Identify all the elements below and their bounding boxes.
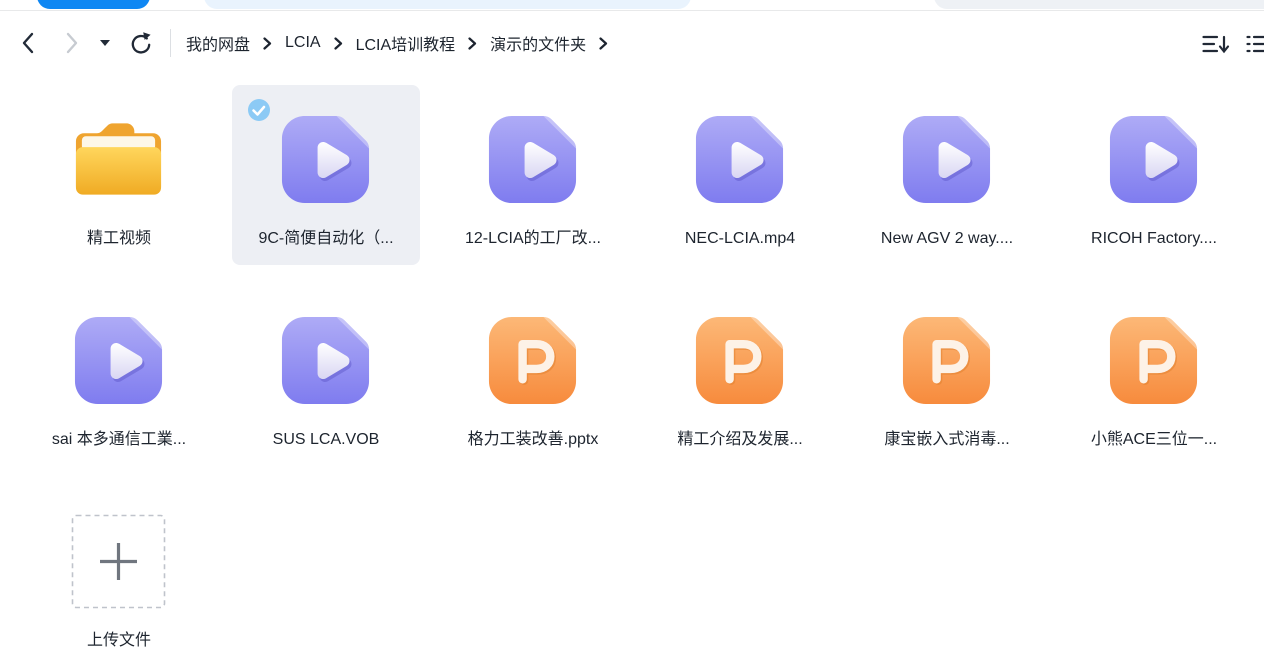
sort-icon	[1202, 35, 1230, 54]
toolbar-divider	[170, 29, 171, 57]
breadcrumb: 我的网盘 LCIA LCIA培训教程 演示的文件夹	[186, 32, 608, 54]
upload-label: 上传文件	[27, 629, 211, 653]
file-name: 12-LCIA的工厂改...	[441, 227, 625, 251]
topbar-divider	[0, 10, 1264, 11]
breadcrumb-item-my-drive[interactable]: 我的网盘	[186, 31, 250, 55]
ppt-file-icon	[1106, 313, 1201, 408]
topbar-primary-button[interactable]	[37, 0, 150, 9]
ppt-file-icon	[485, 313, 580, 408]
view-toggle-button[interactable]	[1246, 34, 1264, 54]
file-card-folder[interactable]: 精工视频	[25, 85, 213, 265]
file-name: SUS LCA.VOB	[234, 428, 418, 452]
file-name: 精工介绍及发展...	[648, 428, 832, 452]
refresh-icon	[128, 31, 152, 55]
file-card-ppt[interactable]: 康宝嵌入式消毒...	[853, 286, 1041, 466]
refresh-button[interactable]	[128, 31, 152, 55]
video-file-icon	[278, 313, 373, 408]
file-name: 康宝嵌入式消毒...	[855, 428, 1039, 452]
topbar-secondary-search[interactable]	[934, 0, 1264, 9]
file-name: New AGV 2 way....	[855, 227, 1039, 251]
topbar-search-input[interactable]	[204, 0, 691, 9]
file-name: 9C-简便自动化（...	[234, 227, 418, 251]
file-card-video[interactable]: New AGV 2 way....	[853, 85, 1041, 265]
history-dropdown-caret-icon[interactable]	[100, 40, 110, 46]
upload-tile[interactable]: 上传文件	[25, 487, 213, 667]
back-icon	[20, 31, 36, 55]
file-name: RICOH Factory....	[1062, 227, 1246, 251]
forward-button[interactable]	[62, 31, 82, 55]
check-icon[interactable]	[248, 99, 270, 121]
video-file-icon	[692, 112, 787, 207]
video-file-icon	[485, 112, 580, 207]
file-card-ppt[interactable]: 小熊ACE三位一...	[1060, 286, 1248, 466]
back-button[interactable]	[18, 31, 38, 55]
file-card-ppt[interactable]: 精工介绍及发展...	[646, 286, 834, 466]
file-card-video[interactable]: NEC-LCIA.mp4	[646, 85, 834, 265]
file-card-video[interactable]: SUS LCA.VOB	[232, 286, 420, 466]
file-card-video[interactable]: RICOH Factory....	[1060, 85, 1248, 265]
video-file-icon	[1106, 112, 1201, 207]
sort-button[interactable]	[1202, 34, 1230, 54]
breadcrumb-item-demo-folder[interactable]: 演示的文件夹	[490, 31, 586, 55]
file-name: 小熊ACE三位一...	[1062, 428, 1246, 452]
chevron-right-icon	[334, 37, 343, 50]
chevron-right-icon	[263, 37, 272, 50]
list-view-icon	[1246, 35, 1264, 54]
file-name: sai 本多通信工業...	[27, 428, 211, 452]
file-card-video-selected[interactable]: 9C-简便自动化（...	[232, 85, 420, 265]
breadcrumb-item-lcia-training[interactable]: LCIA培训教程	[356, 31, 456, 55]
plus-icon	[100, 543, 137, 580]
ppt-file-icon	[899, 313, 994, 408]
file-name: NEC-LCIA.mp4	[648, 227, 832, 251]
chevron-right-icon[interactable]	[599, 37, 608, 50]
video-file-icon	[71, 313, 166, 408]
file-name: 精工视频	[27, 227, 211, 251]
forward-icon	[64, 31, 80, 55]
file-card-ppt[interactable]: 格力工装改善.pptx	[439, 286, 627, 466]
ppt-file-icon	[692, 313, 787, 408]
chevron-right-icon	[468, 37, 477, 50]
upload-button[interactable]	[71, 514, 166, 609]
file-name: 格力工装改善.pptx	[441, 428, 625, 452]
video-file-icon	[278, 112, 373, 207]
breadcrumb-item-lcia[interactable]: LCIA	[285, 34, 321, 52]
file-card-video[interactable]: 12-LCIA的工厂改...	[439, 85, 627, 265]
file-card-video[interactable]: sai 本多通信工業...	[25, 286, 213, 466]
folder-icon	[71, 118, 166, 202]
video-file-icon	[899, 112, 994, 207]
